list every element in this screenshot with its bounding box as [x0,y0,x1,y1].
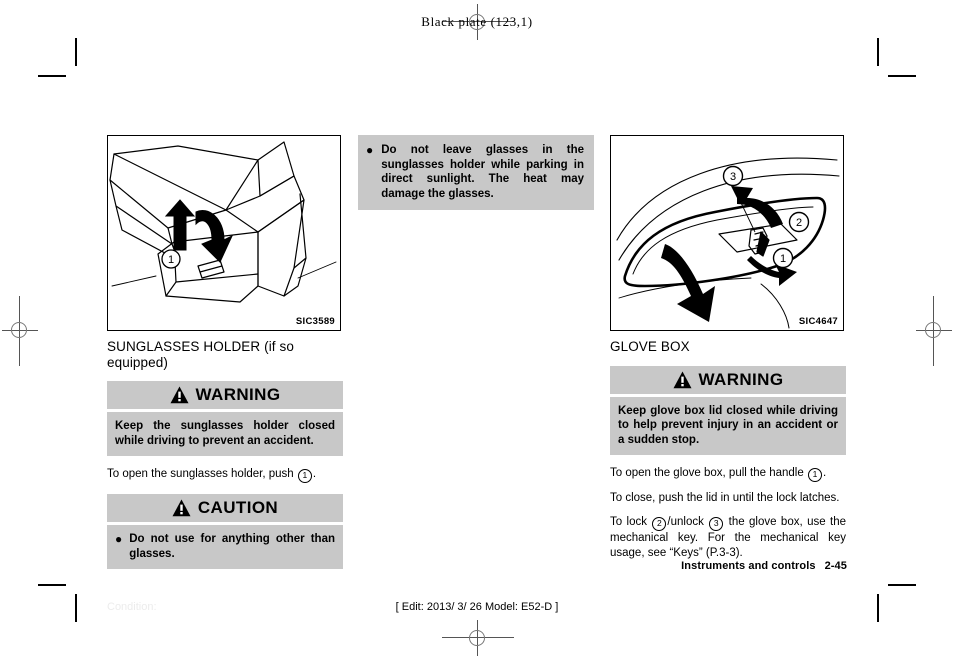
instruction-open-sunglasses-text: To open the sunglasses holder, push [107,468,294,480]
page-title-sunglasses-holder: SUNGLASSES HOLDER (if so equipped) [107,339,294,370]
glove-box-figure: 3 2 1 SIC4647 [610,135,844,331]
callout-ref-2: 2 [652,517,667,531]
registration-mark-left [2,296,38,366]
warning-triangle-icon [673,371,692,388]
caution-body-sunglasses: ● Do not use for anything other than gla… [107,525,343,569]
warning-label: WARNING [195,385,281,404]
crop-tick-bottom-left-horizontal [38,584,66,586]
footer-chapter: Instruments and controls 2-45 [681,560,847,572]
instruction-open-glove-box: To open the glove box, pull the handle 1… [610,466,846,482]
crop-tick-top-left-vertical [75,38,77,66]
figure-code: SIC4647 [798,316,838,327]
callout-ref-1: 1 [807,468,822,482]
callout-ref-1: 1 [297,469,312,483]
instruction-lock-pre: To lock [610,516,647,528]
svg-text:1: 1 [168,254,174,266]
note-box-sunglasses: ● Do not leave glasses in the sunglasses… [358,135,594,210]
instruction-lock-glove-box: To lock 2/unlock 3 the glove box, use th… [610,515,846,561]
footer-chapter-label: Instruments and controls [681,560,816,572]
middle-column: ● Do not leave glasses in the sunglasses… [358,135,594,210]
instruction-open-sunglasses-period: . [312,468,317,480]
footer-page-number: 2-45 [824,560,847,572]
crop-tick-top-right-vertical [877,38,879,66]
crop-tick-bottom-right-horizontal [888,584,916,586]
bullet-icon: ● [366,143,374,157]
svg-text:1: 1 [780,253,786,265]
crop-tick-top-left-horizontal [38,75,66,77]
callout-1: 1 [161,249,181,269]
bullet-icon: ● [115,532,123,546]
caution-label: CAUTION [197,498,279,517]
warning-body-sunglasses: Keep the sunglasses holder closed while … [107,412,343,456]
warning-triangle-icon [170,386,189,404]
instruction-open-glove-box-text: To open the glove box, pull the handle [610,467,804,479]
glove-box-drawing: 3 2 1 [616,157,840,329]
registration-mark-right [916,296,952,366]
callout-ref-3: 3 [709,517,724,531]
instruction-lock-mid: /unlock [667,516,704,528]
warning-heading-glove-box: WARNING [610,365,846,394]
warning-label: WARNING [698,369,784,389]
sunglasses-holder-figure: 1 SIC3589 [107,135,341,331]
instruction-open-glove-box-period: . [822,467,827,479]
left-column: 1 SIC3589 SUNGLASSES HOLDER (if so equip… [107,135,343,569]
sunglasses-holder-drawing: 1 [109,141,337,303]
arrow-lid-open [661,244,715,322]
caution-heading-sunglasses: CAUTION [107,494,343,522]
svg-text:2: 2 [796,217,802,229]
black-plate-header: Black plate (123,1) [421,14,533,29]
registration-mark-bottom [442,620,514,656]
warning-body-glove-box: Keep glove box lid closed while driving … [610,396,846,455]
instruction-open-sunglasses: To open the sunglasses holder, push 1. [107,467,343,483]
svg-text:3: 3 [730,171,736,183]
edit-line: [ Edit: 2013/ 3/ 26 Model: E52-D ] [395,601,559,613]
warning-heading-sunglasses: WARNING [107,381,343,409]
right-column: 3 2 1 SIC4647 GLOVE BOX WARNING Keep glo… [610,135,846,561]
crop-tick-top-right-horizontal [888,75,916,77]
callout-1: 1 [772,247,794,269]
figure-code: SIC3589 [295,316,335,327]
page-title-glove-box: GLOVE BOX [610,339,690,354]
instruction-close-glove-box: To close, push the lid in until the lock… [610,492,840,504]
callout-2: 2 [788,211,810,233]
caution-body-text: Do not use for anything other than glass… [129,533,335,560]
caution-triangle-icon [172,499,191,517]
note-box-text: Do not leave glasses in the sunglasses h… [381,144,584,200]
callout-3: 3 [722,165,744,187]
